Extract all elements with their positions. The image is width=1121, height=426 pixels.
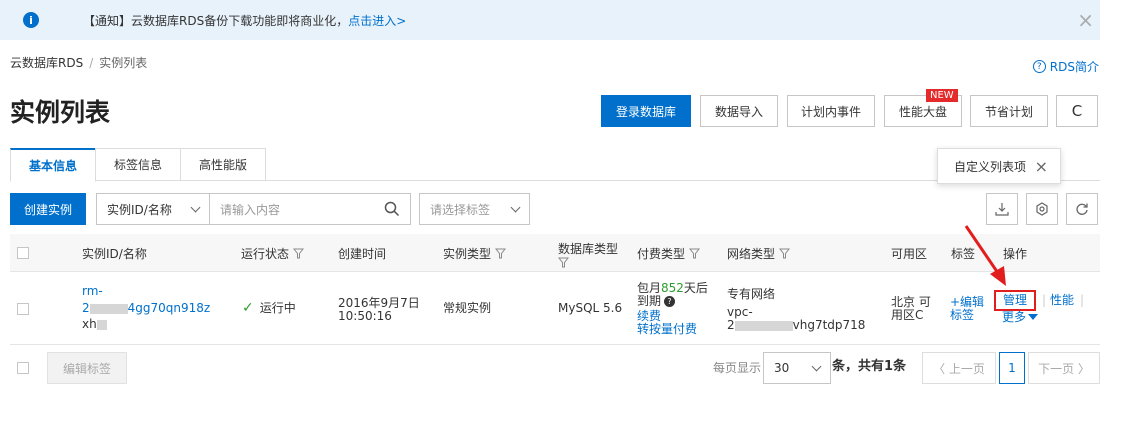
chevron-down-icon: [510, 202, 521, 212]
per-page-select[interactable]: 30: [763, 352, 831, 384]
create-instance-button[interactable]: 创建实例: [10, 193, 86, 225]
custom-columns-popup: 自定义列表项 ×: [937, 148, 1061, 184]
col-zone: 可用区: [891, 247, 928, 261]
rds-intro-link[interactable]: ? RDS简介: [1032, 58, 1099, 75]
gear-icon[interactable]: [1026, 193, 1058, 225]
search-input[interactable]: 请输入内容: [209, 193, 411, 225]
new-badge: NEW: [926, 89, 958, 102]
instance-id-link[interactable]: rm- 2 4gg70qn918z xh: [82, 285, 210, 331]
to-payg-link[interactable]: 转按量付费: [637, 323, 708, 336]
savings-plan-button[interactable]: 节省计划: [970, 95, 1048, 127]
search-icon[interactable]: [384, 201, 400, 217]
notice-bar: i 【通知】云数据库RDS备份下载功能即将商业化，点击进入> ×: [0, 0, 1100, 40]
tab-tag-info[interactable]: 标签信息: [95, 148, 181, 181]
col-billing[interactable]: 付费类型: [637, 245, 701, 262]
type-cell: 常规实例: [443, 301, 492, 315]
help-icon: ?: [1032, 60, 1046, 73]
dbtype-cell: MySQL 5.6: [558, 301, 623, 315]
data-import-button[interactable]: 数据导入: [700, 95, 778, 127]
next-page-button[interactable]: 下一页 〉: [1028, 352, 1100, 384]
billing-cell: 包月852天后 到期? 续费 转按量付费: [637, 281, 708, 336]
network-cell: 专有网络 vpc- 2 vhg7tdp718: [727, 287, 866, 332]
breadcrumb-root[interactable]: 云数据库RDS: [10, 56, 83, 70]
login-db-button[interactable]: 登录数据库: [601, 95, 691, 127]
created-cell: 2016年9月7日 10:50:16: [338, 296, 420, 323]
notice-text: 【通知】云数据库RDS备份下载功能即将商业化，: [83, 13, 349, 28]
col-created: 创建时间: [338, 247, 387, 261]
filter-icon[interactable]: [779, 248, 791, 259]
col-type[interactable]: 实例类型: [443, 245, 507, 262]
action-divider: |: [1080, 293, 1085, 307]
per-page-label: 每页显示: [713, 361, 762, 375]
col-status[interactable]: 运行状态: [241, 245, 305, 262]
redacted-block: [734, 320, 793, 331]
col-dbtype[interactable]: 数据库类型: [558, 240, 618, 268]
chevron-down-icon: [190, 202, 201, 212]
filter-icon[interactable]: [689, 248, 701, 259]
tag-select[interactable]: 请选择标签: [419, 193, 530, 225]
close-icon[interactable]: ×: [1077, 8, 1094, 32]
page-1-button[interactable]: 1: [999, 352, 1025, 384]
tab-basic-info[interactable]: 基本信息: [10, 148, 96, 182]
breadcrumb: 云数据库RDS / 实例列表: [10, 56, 148, 70]
redacted-block: [96, 319, 107, 330]
check-icon: ✓: [242, 300, 254, 316]
refresh-icon[interactable]: C: [1056, 95, 1098, 127]
planned-events-button[interactable]: 计划内事件: [787, 95, 875, 127]
filter-icon[interactable]: [293, 248, 305, 259]
breadcrumb-current: 实例列表: [99, 56, 148, 70]
total-count: 条，共有1条: [832, 359, 907, 374]
filter-icon[interactable]: [495, 248, 507, 259]
prev-page-button[interactable]: 〈 上一页: [922, 352, 996, 384]
select-all-checkbox[interactable]: [17, 247, 29, 259]
annotation-arrow-icon: [964, 225, 1006, 286]
zone-cell: 北京 可 用区C: [891, 295, 931, 322]
table-header: [10, 234, 1100, 272]
info-icon: i: [23, 12, 39, 28]
col-id: 实例ID/名称: [82, 247, 147, 261]
edit-tags-button[interactable]: 编辑标签: [47, 352, 127, 384]
row-checkbox[interactable]: [17, 303, 29, 315]
col-network[interactable]: 网络类型: [727, 245, 791, 262]
more-menu[interactable]: 更多: [1002, 311, 1039, 324]
tab-high-performance[interactable]: 高性能版: [180, 148, 266, 181]
status-cell: ✓ 运行中: [242, 300, 296, 316]
redacted-block: [89, 303, 128, 314]
filter-icon[interactable]: [558, 257, 569, 268]
notice-link[interactable]: 点击进入>: [348, 14, 406, 28]
footer-checkbox[interactable]: [17, 362, 29, 374]
page-title: 实例列表: [10, 98, 111, 127]
custom-columns-label[interactable]: 自定义列表项: [954, 158, 1026, 175]
help-icon[interactable]: ?: [664, 296, 676, 307]
search-type-select[interactable]: 实例ID/名称: [96, 193, 210, 225]
action-divider: |: [1042, 293, 1047, 307]
refresh-icon[interactable]: [1066, 193, 1098, 225]
caret-down-icon: [1028, 314, 1039, 320]
status-text: 运行中: [259, 301, 296, 315]
close-icon[interactable]: ×: [1035, 157, 1048, 176]
performance-link[interactable]: 性能: [1050, 294, 1074, 307]
chevron-down-icon: [811, 361, 822, 371]
